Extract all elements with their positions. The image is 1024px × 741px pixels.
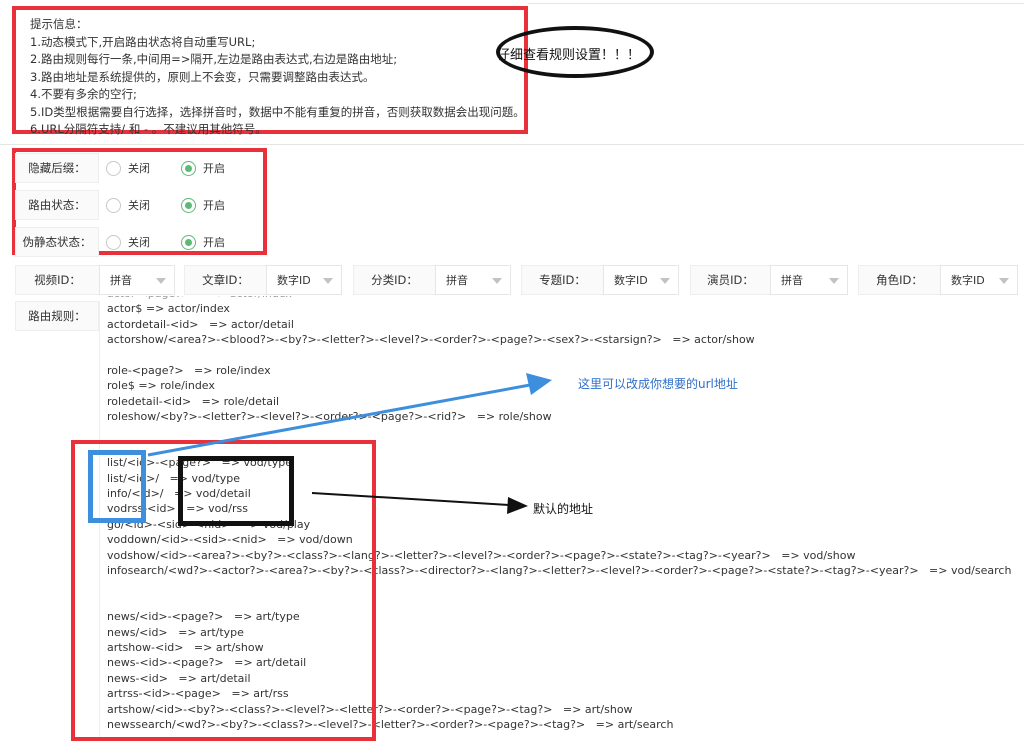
blue-annotation-note: 这里可以改成你想要的url地址 [578,377,738,391]
black-annotation-note: 默认的地址 [533,502,594,516]
blue-arrow-line [147,383,531,457]
blue-arrow-head-icon [526,373,552,395]
annotation-arrows [147,373,552,514]
black-arrow-line [311,492,511,506]
black-arrow-head-icon [507,497,528,514]
